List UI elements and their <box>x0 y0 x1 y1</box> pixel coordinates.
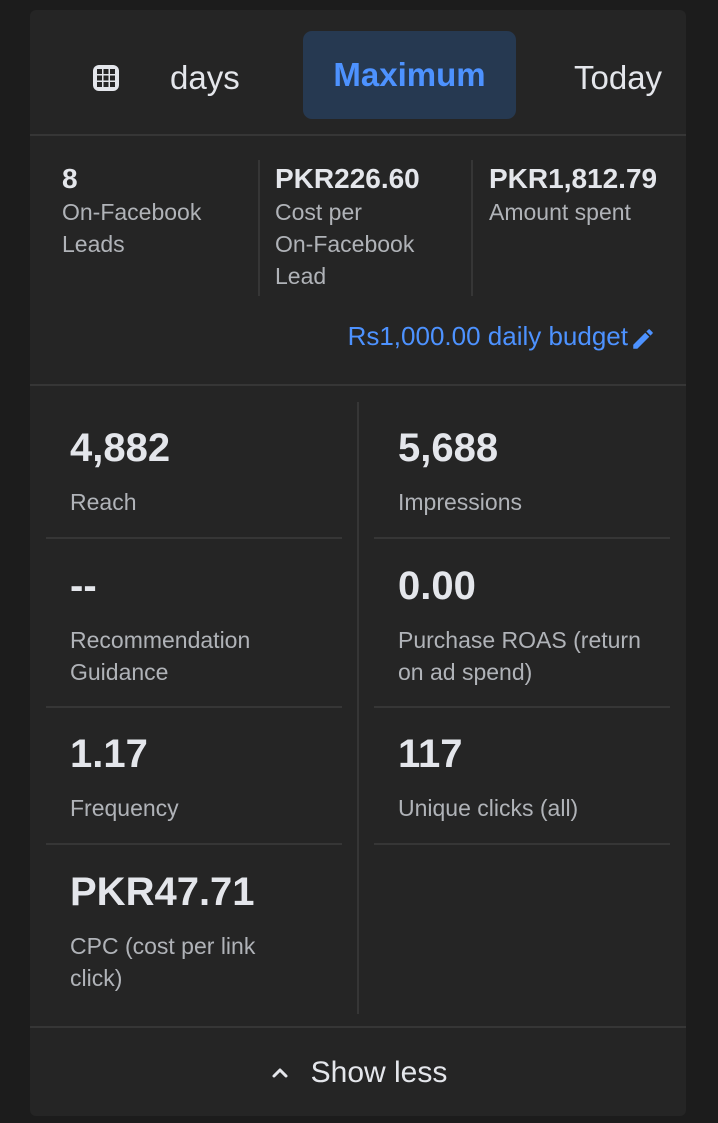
metric-label: click) <box>70 965 123 991</box>
metric-label: Cost per <box>275 199 362 225</box>
daily-budget-label: Rs1,000.00 daily budget <box>347 321 628 351</box>
divider <box>46 843 342 845</box>
metric-value: 4,882 <box>70 426 171 470</box>
show-less-label: Show less <box>310 1056 448 1089</box>
metric-leads: 8 On-Facebook Leads <box>62 162 262 260</box>
divider <box>46 706 342 708</box>
calendar-grid-icon[interactable] <box>92 64 120 92</box>
metric-value: PKR47.71 <box>70 870 255 914</box>
metrics-grid: 4,882 Reach 5,688 Impressions -- Recomme… <box>30 388 686 1028</box>
metric-frequency: 1.17 Frequency <box>70 730 366 824</box>
divider <box>30 134 686 136</box>
tab-today[interactable]: Today <box>574 50 662 106</box>
date-range-tabs: days Maximum Today <box>30 10 686 136</box>
divider <box>46 537 342 539</box>
metric-label: Unique clicks (all) <box>398 795 579 821</box>
metric-cpc: PKR47.71 CPC (cost per link click) <box>70 868 366 994</box>
daily-budget-link[interactable]: Rs1,000.00 daily budget <box>348 316 656 356</box>
metric-amount-spent: PKR1,812.79 Amount spent <box>489 162 689 228</box>
metric-label: Guidance <box>70 659 169 685</box>
metric-label: on ad spend) <box>398 659 533 685</box>
metric-value: PKR1,812.79 <box>489 163 658 194</box>
metric-label: Reach <box>70 489 137 515</box>
metric-value: -- <box>70 564 97 608</box>
metric-reach: 4,882 Reach <box>70 424 366 518</box>
metric-unique-clicks: 117 Unique clicks (all) <box>398 730 694 824</box>
metric-value: 5,688 <box>398 426 499 470</box>
metric-impressions: 5,688 Impressions <box>398 424 694 518</box>
divider <box>374 843 670 845</box>
metric-label: CPC (cost per link <box>70 933 256 959</box>
metric-value: 8 <box>62 163 78 194</box>
metric-label: Frequency <box>70 795 179 821</box>
metric-label: Amount spent <box>489 199 631 225</box>
metric-cost-per-lead: PKR226.60 Cost per On-Facebook Lead <box>275 162 475 292</box>
metric-label: Leads <box>62 231 125 257</box>
metric-label: On-Facebook <box>62 199 202 225</box>
summary-metrics: 8 On-Facebook Leads PKR226.60 Cost per O… <box>30 138 686 386</box>
tab-maximum[interactable]: Maximum <box>303 31 516 119</box>
metric-value: 0.00 <box>398 564 476 608</box>
divider <box>374 537 670 539</box>
divider <box>30 384 686 386</box>
metric-value: 1.17 <box>70 732 148 776</box>
divider <box>258 160 260 296</box>
divider <box>374 706 670 708</box>
metric-purchase-roas: 0.00 Purchase ROAS (return on ad spend) <box>398 562 694 688</box>
metric-recommendation-guidance: -- Recommendation Guidance <box>70 562 366 688</box>
metric-label: Lead <box>275 263 327 289</box>
metric-value: PKR226.60 <box>275 163 420 194</box>
metric-value: 117 <box>398 732 463 776</box>
tab-days[interactable]: days <box>170 50 240 106</box>
metric-label: On-Facebook <box>275 231 415 257</box>
divider <box>30 1026 686 1028</box>
ad-insights-card: days Maximum Today 8 On-Facebook Leads P… <box>30 10 686 1116</box>
show-less-button[interactable]: Show less <box>30 1030 686 1116</box>
metric-label: Purchase ROAS (return <box>398 627 641 653</box>
metric-label: Impressions <box>398 489 522 515</box>
chevron-up-icon <box>269 1062 291 1084</box>
divider <box>471 160 473 296</box>
pencil-icon <box>630 323 656 349</box>
metric-label: Recommendation <box>70 627 251 653</box>
